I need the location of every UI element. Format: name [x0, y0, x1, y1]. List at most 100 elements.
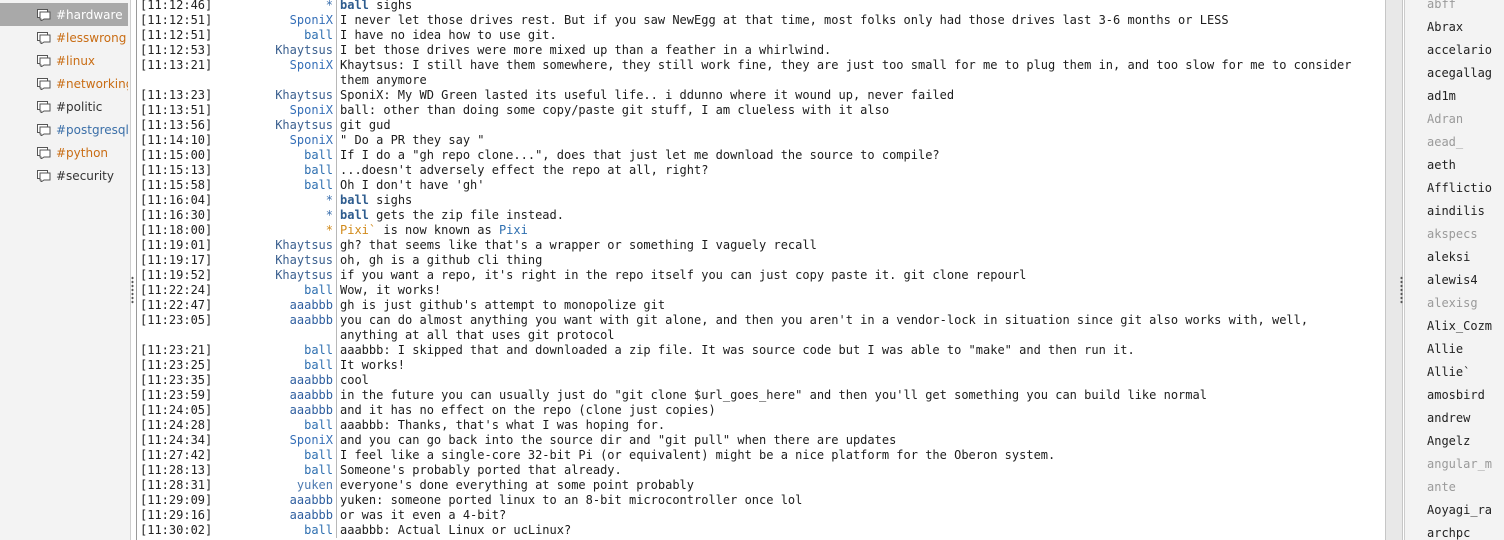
timestamp: [11:22:24]: [140, 283, 213, 297]
timestamp: [11:28:31]: [140, 478, 213, 492]
column-divider: [336, 103, 337, 118]
user-list-item[interactable]: aindilis: [1427, 200, 1504, 223]
channel-item-python[interactable]: #python: [0, 141, 128, 164]
user-list-item[interactable]: aleksi: [1427, 246, 1504, 269]
nick-label[interactable]: ball: [227, 28, 333, 43]
column-divider: [336, 58, 337, 88]
column-divider: [336, 433, 337, 448]
column-divider: [336, 523, 337, 538]
column-divider: [336, 13, 337, 28]
nick-label[interactable]: ball: [227, 418, 333, 433]
nick-label[interactable]: *: [227, 223, 333, 238]
nick-label[interactable]: Khaytsus: [227, 88, 333, 103]
user-list-item[interactable]: Afflictio: [1427, 177, 1504, 200]
channel-item-lesswrong[interactable]: #lesswrong: [0, 26, 128, 49]
nick-label[interactable]: ball: [227, 148, 333, 163]
nick-label[interactable]: ball: [227, 163, 333, 178]
nick-label[interactable]: *: [227, 193, 333, 208]
timestamp: [11:23:59]: [140, 388, 213, 402]
nick-label[interactable]: aaabbb: [227, 388, 333, 403]
column-divider: [336, 343, 337, 358]
nick-label[interactable]: SponiX: [227, 103, 333, 118]
right-pane-splitter[interactable]: [1400, 276, 1403, 304]
nick-label[interactable]: SponiX: [227, 58, 333, 73]
user-list-item[interactable]: angular_m: [1427, 453, 1504, 476]
user-list-item[interactable]: alewis4: [1427, 269, 1504, 292]
user-list-item[interactable]: archpc: [1427, 522, 1504, 540]
user-list-item[interactable]: Allie: [1427, 338, 1504, 361]
nick-label[interactable]: Khaytsus: [227, 118, 333, 133]
timestamp: [11:24:34]: [140, 433, 213, 447]
nick-label[interactable]: Khaytsus: [227, 253, 333, 268]
user-list-item[interactable]: ad1m: [1427, 85, 1504, 108]
nick-label[interactable]: aaabbb: [227, 403, 333, 418]
user-list-item[interactable]: andrew: [1427, 407, 1504, 430]
nick-label[interactable]: aaabbb: [227, 493, 333, 508]
user-list-item[interactable]: Aoyagi_ra: [1427, 499, 1504, 522]
chat-bubble-icon: [37, 146, 51, 160]
user-list-item[interactable]: alexisg: [1427, 292, 1504, 315]
chat-line: [11:27:42] ball I feel like a single-core …: [137, 448, 1383, 463]
channel-label: #postgresql: [56, 122, 128, 137]
channel-item-networking[interactable]: #networking: [0, 72, 128, 95]
chat-scrollbar[interactable]: [1385, 0, 1403, 540]
channel-item-security[interactable]: #security: [0, 164, 128, 187]
column-divider: [336, 88, 337, 103]
message-text: in the future you can usually just do "g…: [340, 388, 1207, 402]
nick-label[interactable]: ball: [227, 178, 333, 193]
timestamp: [11:29:16]: [140, 508, 213, 522]
nick-label[interactable]: Khaytsus: [227, 268, 333, 283]
user-list-item[interactable]: acegallag: [1427, 62, 1504, 85]
user-list-item[interactable]: abff: [1427, 0, 1504, 16]
user-list-item[interactable]: Angelz: [1427, 430, 1504, 453]
action-nick[interactable]: ball: [340, 193, 369, 207]
user-list-item[interactable]: accelario: [1427, 39, 1504, 62]
chat-line: [11:23:21] ball aaabbb: I skipped that and…: [137, 343, 1383, 358]
channel-item-linux[interactable]: #linux: [0, 49, 128, 72]
chat-line: [11:16:30] * ball gets the zip file instea…: [137, 208, 1383, 223]
nick-label[interactable]: ball: [227, 343, 333, 358]
nick-label[interactable]: ball: [227, 463, 333, 478]
user-list-item[interactable]: Abrax: [1427, 16, 1504, 39]
action-nick[interactable]: ball: [340, 208, 369, 222]
nick-label[interactable]: aaabbb: [227, 313, 333, 328]
channel-item-postgresql[interactable]: #postgresql: [0, 118, 128, 141]
chat-line: [11:15:00] ball If I do a "gh repo clone..…: [137, 148, 1383, 163]
nick-label[interactable]: ball: [227, 283, 333, 298]
user-list-item[interactable]: amosbird: [1427, 384, 1504, 407]
nick-label[interactable]: aaabbb: [227, 298, 333, 313]
old-nick[interactable]: Pixi`: [340, 223, 376, 237]
nick-label[interactable]: ball: [227, 358, 333, 373]
timestamp: [11:23:35]: [140, 373, 213, 387]
nick-label[interactable]: ball: [227, 523, 333, 538]
message-text: Pixi` is now known as Pixi: [340, 223, 1370, 238]
nick-label[interactable]: aaabbb: [227, 373, 333, 388]
nick-label[interactable]: ball: [227, 448, 333, 463]
left-pane-splitter[interactable]: [131, 276, 134, 304]
chat-text-area[interactable]: [11:12:46] * ball sighs [11:12:51] SponiX I n…: [136, 0, 1385, 540]
chat-line: [11:23:05] aaabbb you can do almost anythi…: [137, 313, 1383, 343]
nick-label[interactable]: Khaytsus: [227, 238, 333, 253]
nick-label[interactable]: *: [227, 0, 333, 13]
user-list-item[interactable]: akspecs: [1427, 223, 1504, 246]
column-divider: [336, 463, 337, 478]
nick-label[interactable]: SponiX: [227, 433, 333, 448]
new-nick[interactable]: Pixi: [499, 223, 528, 237]
channel-item-hardware[interactable]: #hardware: [0, 3, 128, 26]
nick-label[interactable]: Khaytsus: [227, 43, 333, 58]
channel-item-politic[interactable]: #politic: [0, 95, 128, 118]
user-list-item[interactable]: ante: [1427, 476, 1504, 499]
user-list-item[interactable]: Alix_Cozm: [1427, 315, 1504, 338]
nick-label[interactable]: SponiX: [227, 133, 333, 148]
column-divider: [336, 163, 337, 178]
action-nick[interactable]: ball: [340, 0, 369, 12]
user-list-item[interactable]: Allie`: [1427, 361, 1504, 384]
user-list-item[interactable]: aead_: [1427, 131, 1504, 154]
nick-label[interactable]: aaabbb: [227, 508, 333, 523]
user-list-item[interactable]: aeth: [1427, 154, 1504, 177]
nick-label[interactable]: SponiX: [227, 13, 333, 28]
chat-line: [11:15:13] ball ...doesn't adversely effec…: [137, 163, 1383, 178]
nick-label[interactable]: *: [227, 208, 333, 223]
nick-label[interactable]: yuken: [227, 478, 333, 493]
user-list-item[interactable]: Adran: [1427, 108, 1504, 131]
